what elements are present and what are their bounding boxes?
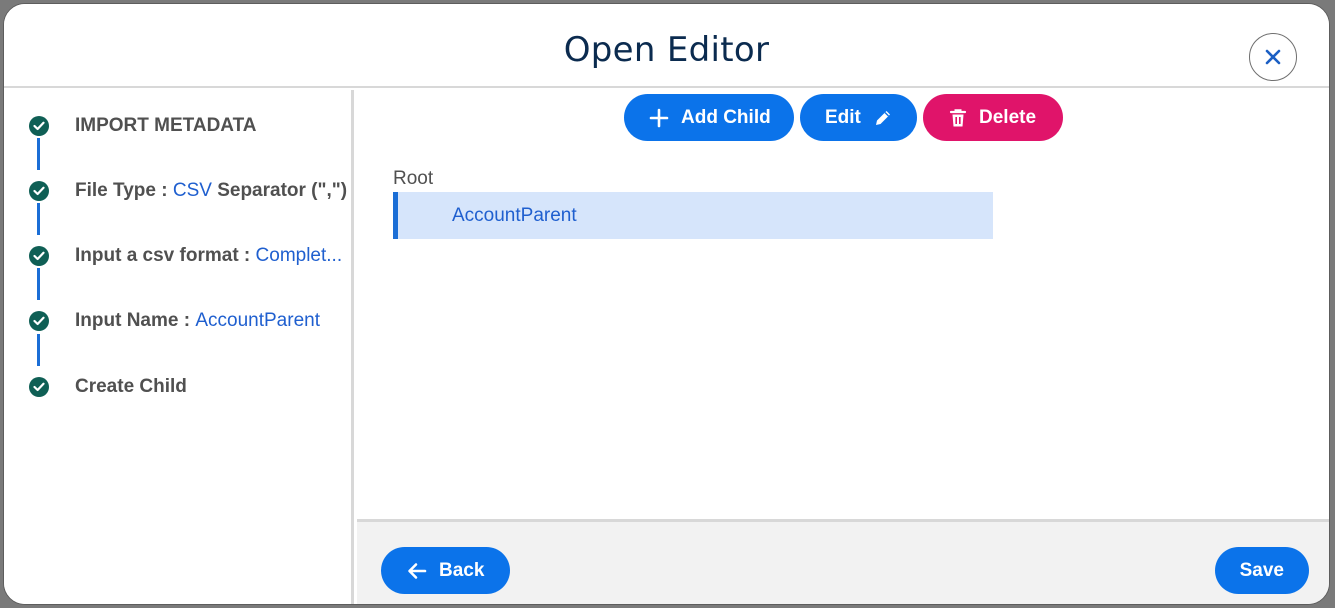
delete-button[interactable]: Delete <box>923 94 1063 141</box>
trash-icon <box>949 108 967 126</box>
check-icon <box>29 116 49 136</box>
arrow-left-icon <box>408 562 427 579</box>
check-icon <box>29 377 49 397</box>
step-input-name: Input Name : AccountParent <box>4 306 354 336</box>
back-label: Back <box>439 559 485 581</box>
step-value: AccountParent <box>195 310 320 331</box>
dialog-footer: Back Save <box>357 519 1329 604</box>
plus-icon <box>649 108 669 127</box>
step-create-child: Create Child <box>4 372 354 402</box>
pencil-icon <box>875 110 890 125</box>
step-value: Complet... <box>255 245 343 266</box>
step-csv-format: Input a csv format : Complet... <box>4 241 354 271</box>
step-label: File Type : CSV Separator (",") <box>75 180 347 202</box>
save-label: Save <box>1239 559 1284 581</box>
step-connector <box>37 138 40 170</box>
edit-button[interactable]: Edit <box>800 94 917 141</box>
close-icon <box>1265 49 1281 65</box>
step-label-text: Input a csv format : <box>75 245 256 266</box>
back-button[interactable]: Back <box>381 547 511 594</box>
step-value: CSV <box>172 180 212 201</box>
check-icon <box>29 311 49 331</box>
tree-item-label: AccountParent <box>452 204 577 226</box>
step-label: Input Name : AccountParent <box>75 310 320 332</box>
save-button[interactable]: Save <box>1214 547 1309 594</box>
step-label: IMPORT METADATA <box>75 115 257 136</box>
add-child-button[interactable]: Add Child <box>624 94 794 141</box>
delete-label: Delete <box>979 106 1037 128</box>
tree-item[interactable]: AccountParent <box>393 192 993 239</box>
step-connector <box>37 268 40 300</box>
step-file-type: File Type : CSV Separator (",") <box>4 176 354 206</box>
step-label-text: Input Name : <box>75 310 196 331</box>
editor-toolbar: Add Child Edit Delete <box>624 94 1063 141</box>
editor-main: Add Child Edit Delete Root AccountParent <box>357 90 1329 520</box>
open-editor-dialog: Open Editor IMPORT METADATA File Type : … <box>3 3 1330 605</box>
step-label-text: File Type : <box>75 180 173 201</box>
step-label: Create Child <box>75 376 187 397</box>
dialog-header: Open Editor <box>4 4 1329 88</box>
step-import-metadata: IMPORT METADATA <box>4 111 354 141</box>
tree-root-label: Root <box>393 168 434 189</box>
wizard-steps: IMPORT METADATA File Type : CSV Separato… <box>4 90 354 604</box>
step-connector <box>37 203 40 235</box>
edit-label: Edit <box>825 106 861 128</box>
close-button[interactable] <box>1249 33 1297 81</box>
step-connector <box>37 334 40 366</box>
add-child-label: Add Child <box>681 106 771 128</box>
check-icon <box>29 181 49 201</box>
step-label: Input a csv format : Complet... <box>75 245 342 267</box>
dialog-title: Open Editor <box>563 30 770 70</box>
step-suffix: Separator (",") <box>211 180 348 201</box>
check-icon <box>29 246 49 266</box>
